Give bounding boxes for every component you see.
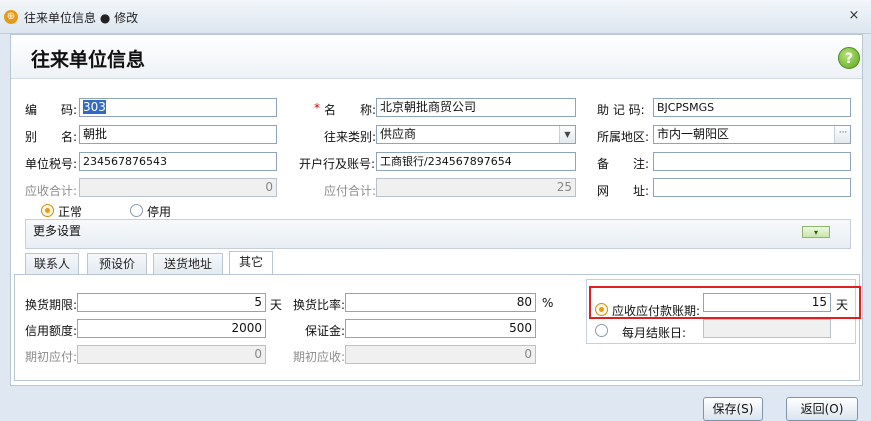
dialog-header: 往来单位信息: [11, 35, 862, 79]
tab-preset-price[interactable]: 预设价: [87, 253, 147, 275]
tab-contacts[interactable]: 联系人: [25, 253, 79, 275]
init-recv-label: 期初应收:: [293, 350, 346, 364]
window-title: 往来单位信息 ● 修改: [24, 11, 139, 25]
remark-input[interactable]: [653, 152, 851, 171]
exchange-ratio-unit: %: [542, 296, 554, 310]
alias-input[interactable]: 朝批: [79, 125, 277, 144]
chevron-down-icon[interactable]: ▼: [559, 126, 575, 143]
credit-input[interactable]: 2000: [77, 319, 266, 338]
expand-chevron-icon[interactable]: ▾: [802, 226, 830, 238]
name-label: 名 称:: [324, 103, 377, 117]
pay-total-input: 25: [376, 178, 576, 197]
help-icon[interactable]: ?: [838, 47, 860, 69]
remark-label: 备 注:: [597, 157, 650, 171]
deposit-label: 保证金:: [305, 324, 346, 338]
period-label: 应收应付款账期:: [612, 304, 701, 318]
more-settings-bar[interactable]: 更多设置 ▾: [25, 219, 851, 249]
monthly-label: 每月结账日:: [622, 326, 687, 340]
taxno-label: 单位税号:: [25, 157, 78, 171]
deposit-input[interactable]: 500: [345, 319, 536, 338]
monthly-input: [703, 319, 831, 338]
region-input[interactable]: 市内一朝阳区 ···: [653, 125, 851, 144]
mnemonic-label: 助 记 码:: [597, 103, 645, 117]
app-logo-icon: ⊕: [4, 10, 18, 24]
close-icon[interactable]: ×: [847, 9, 861, 23]
region-label: 所属地区:: [597, 130, 650, 144]
category-label: 往来类别:: [324, 130, 377, 144]
period-unit: 天: [836, 298, 849, 312]
init-pay-input: 0: [77, 345, 266, 364]
period-radio[interactable]: [595, 303, 608, 316]
save-button[interactable]: 保存(S): [703, 397, 763, 421]
website-label: 网 址:: [597, 184, 650, 198]
mnemonic-input[interactable]: BJCPSMGS: [653, 98, 851, 117]
period-input[interactable]: 15: [703, 293, 831, 312]
name-input[interactable]: 北京朝批商贸公司: [376, 98, 576, 117]
code-value: 303: [83, 100, 106, 114]
ellipsis-icon[interactable]: ···: [834, 126, 850, 143]
window-titlebar: ⊕ 往来单位信息 ● 修改 ×: [0, 0, 871, 34]
tab-delivery-address[interactable]: 送货地址: [153, 253, 223, 275]
exchange-period-label: 换货期限:: [25, 298, 78, 312]
taxno-input[interactable]: 234567876543: [79, 152, 277, 171]
page-title: 往来单位信息: [31, 49, 146, 71]
alias-label: 别 名:: [25, 130, 78, 144]
tab-other[interactable]: 其它: [229, 251, 273, 275]
category-select[interactable]: 供应商 ▼: [376, 125, 576, 144]
status-normal-radio[interactable]: [41, 204, 54, 217]
code-input[interactable]: 303: [79, 98, 277, 117]
status-normal-label: 正常: [58, 205, 83, 219]
back-button[interactable]: 返回(O): [786, 397, 858, 421]
bank-label: 开户行及账号:: [299, 157, 376, 171]
exchange-period-input[interactable]: 5: [77, 293, 266, 312]
init-recv-input: 0: [345, 345, 536, 364]
website-input[interactable]: [653, 178, 851, 197]
more-settings-label: 更多设置: [33, 224, 82, 238]
code-label: 编 码:: [25, 103, 78, 117]
region-value: 市内一朝阳区: [657, 127, 730, 141]
exchange-ratio-label: 换货比率:: [293, 298, 346, 312]
recv-total-input: 0: [79, 178, 277, 197]
pay-total-label: 应付合计:: [324, 184, 377, 198]
required-mark: *: [314, 101, 320, 115]
monthly-radio[interactable]: [595, 324, 608, 337]
status-disabled-label: 停用: [147, 205, 172, 219]
exchange-period-unit: 天: [270, 298, 283, 312]
status-disabled-radio[interactable]: [130, 204, 143, 217]
exchange-ratio-input[interactable]: 80: [345, 293, 536, 312]
init-pay-label: 期初应付:: [25, 350, 78, 364]
recv-total-label: 应收合计:: [25, 184, 78, 198]
category-value: 供应商: [380, 127, 417, 141]
bank-input[interactable]: 工商银行/234567897654: [376, 152, 576, 171]
credit-label: 信用额度:: [25, 324, 78, 338]
